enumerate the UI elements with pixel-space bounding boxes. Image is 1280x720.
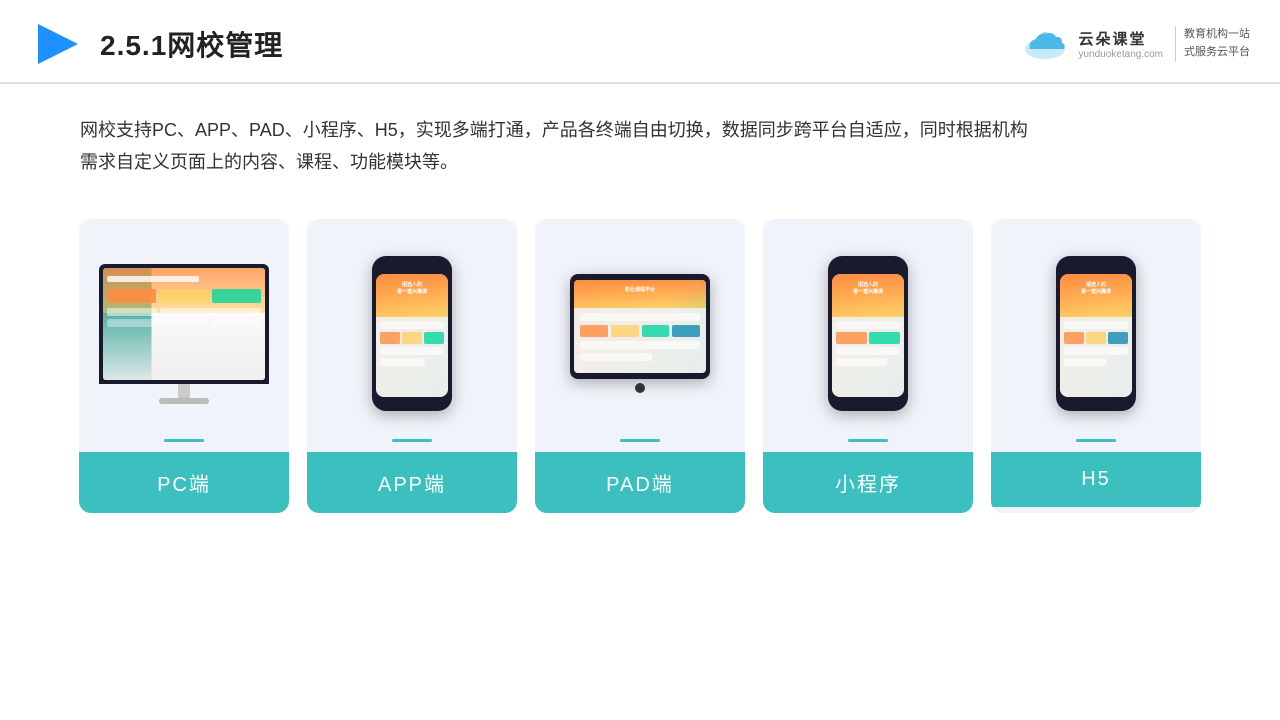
card-h5: 招选人的第一堂兴趣课 [991, 219, 1201, 513]
card-pad-label: PAD端 [535, 452, 745, 513]
description: 网校支持PC、APP、PAD、小程序、H5，实现多端打通，产品各终端自由切换，数… [0, 84, 1280, 199]
card-pc: PC端 [79, 219, 289, 513]
logo-icon [30, 18, 82, 70]
brand-cloud-icon [1020, 27, 1070, 62]
card-h5-label: H5 [991, 452, 1201, 507]
card-miniprogram: 招选人的第一堂兴趣课 [763, 219, 973, 513]
card-mp-line [848, 439, 888, 442]
card-mp-label: 小程序 [763, 452, 973, 513]
card-pc-image [79, 219, 289, 439]
page-title: 2.5.1网校管理 [100, 24, 283, 64]
brand-tagline: 教育机构一站式服务云平台 [1175, 26, 1250, 61]
description-text: 网校支持PC、APP、PAD、小程序、H5，实现多端打通，产品各终端自由切换，数… [80, 114, 1200, 179]
header-right: 云朵课堂 yunduoketang.com 教育机构一站式服务云平台 [1020, 26, 1250, 61]
header-left: 2.5.1网校管理 [30, 18, 283, 70]
card-pad-image: 职业课程平台 [535, 219, 745, 439]
brand-url: yunduoketang.com [1078, 49, 1163, 60]
phone-mockup-h5: 招选人的第一堂兴趣课 [1056, 256, 1136, 411]
card-pad: 职业课程平台 [535, 219, 745, 513]
phone-mockup-app: 招选人的第一堂兴趣课 [372, 256, 452, 411]
card-pc-label: PC端 [79, 452, 289, 513]
cards-container: PC端 招选人的第一堂兴趣课 [0, 199, 1280, 543]
card-app-image: 招选人的第一堂兴趣课 [307, 219, 517, 439]
card-h5-image: 招选人的第一堂兴趣课 [991, 219, 1201, 439]
card-h5-line [1076, 439, 1116, 442]
card-miniprogram-image: 招选人的第一堂兴趣课 [763, 219, 973, 439]
monitor-mockup [99, 264, 269, 404]
card-app-line [392, 439, 432, 442]
card-app: 招选人的第一堂兴趣课 [307, 219, 517, 513]
tablet-mockup: 职业课程平台 [570, 274, 710, 393]
brand-name: 云朵课堂 [1078, 28, 1146, 49]
card-pc-line [164, 439, 204, 442]
card-app-label: APP端 [307, 452, 517, 513]
phone-mockup-mp: 招选人的第一堂兴趣课 [828, 256, 908, 411]
header: 2.5.1网校管理 云朵课堂 yunduoketang.com 教育机构一站式服… [0, 0, 1280, 84]
card-pad-line [620, 439, 660, 442]
